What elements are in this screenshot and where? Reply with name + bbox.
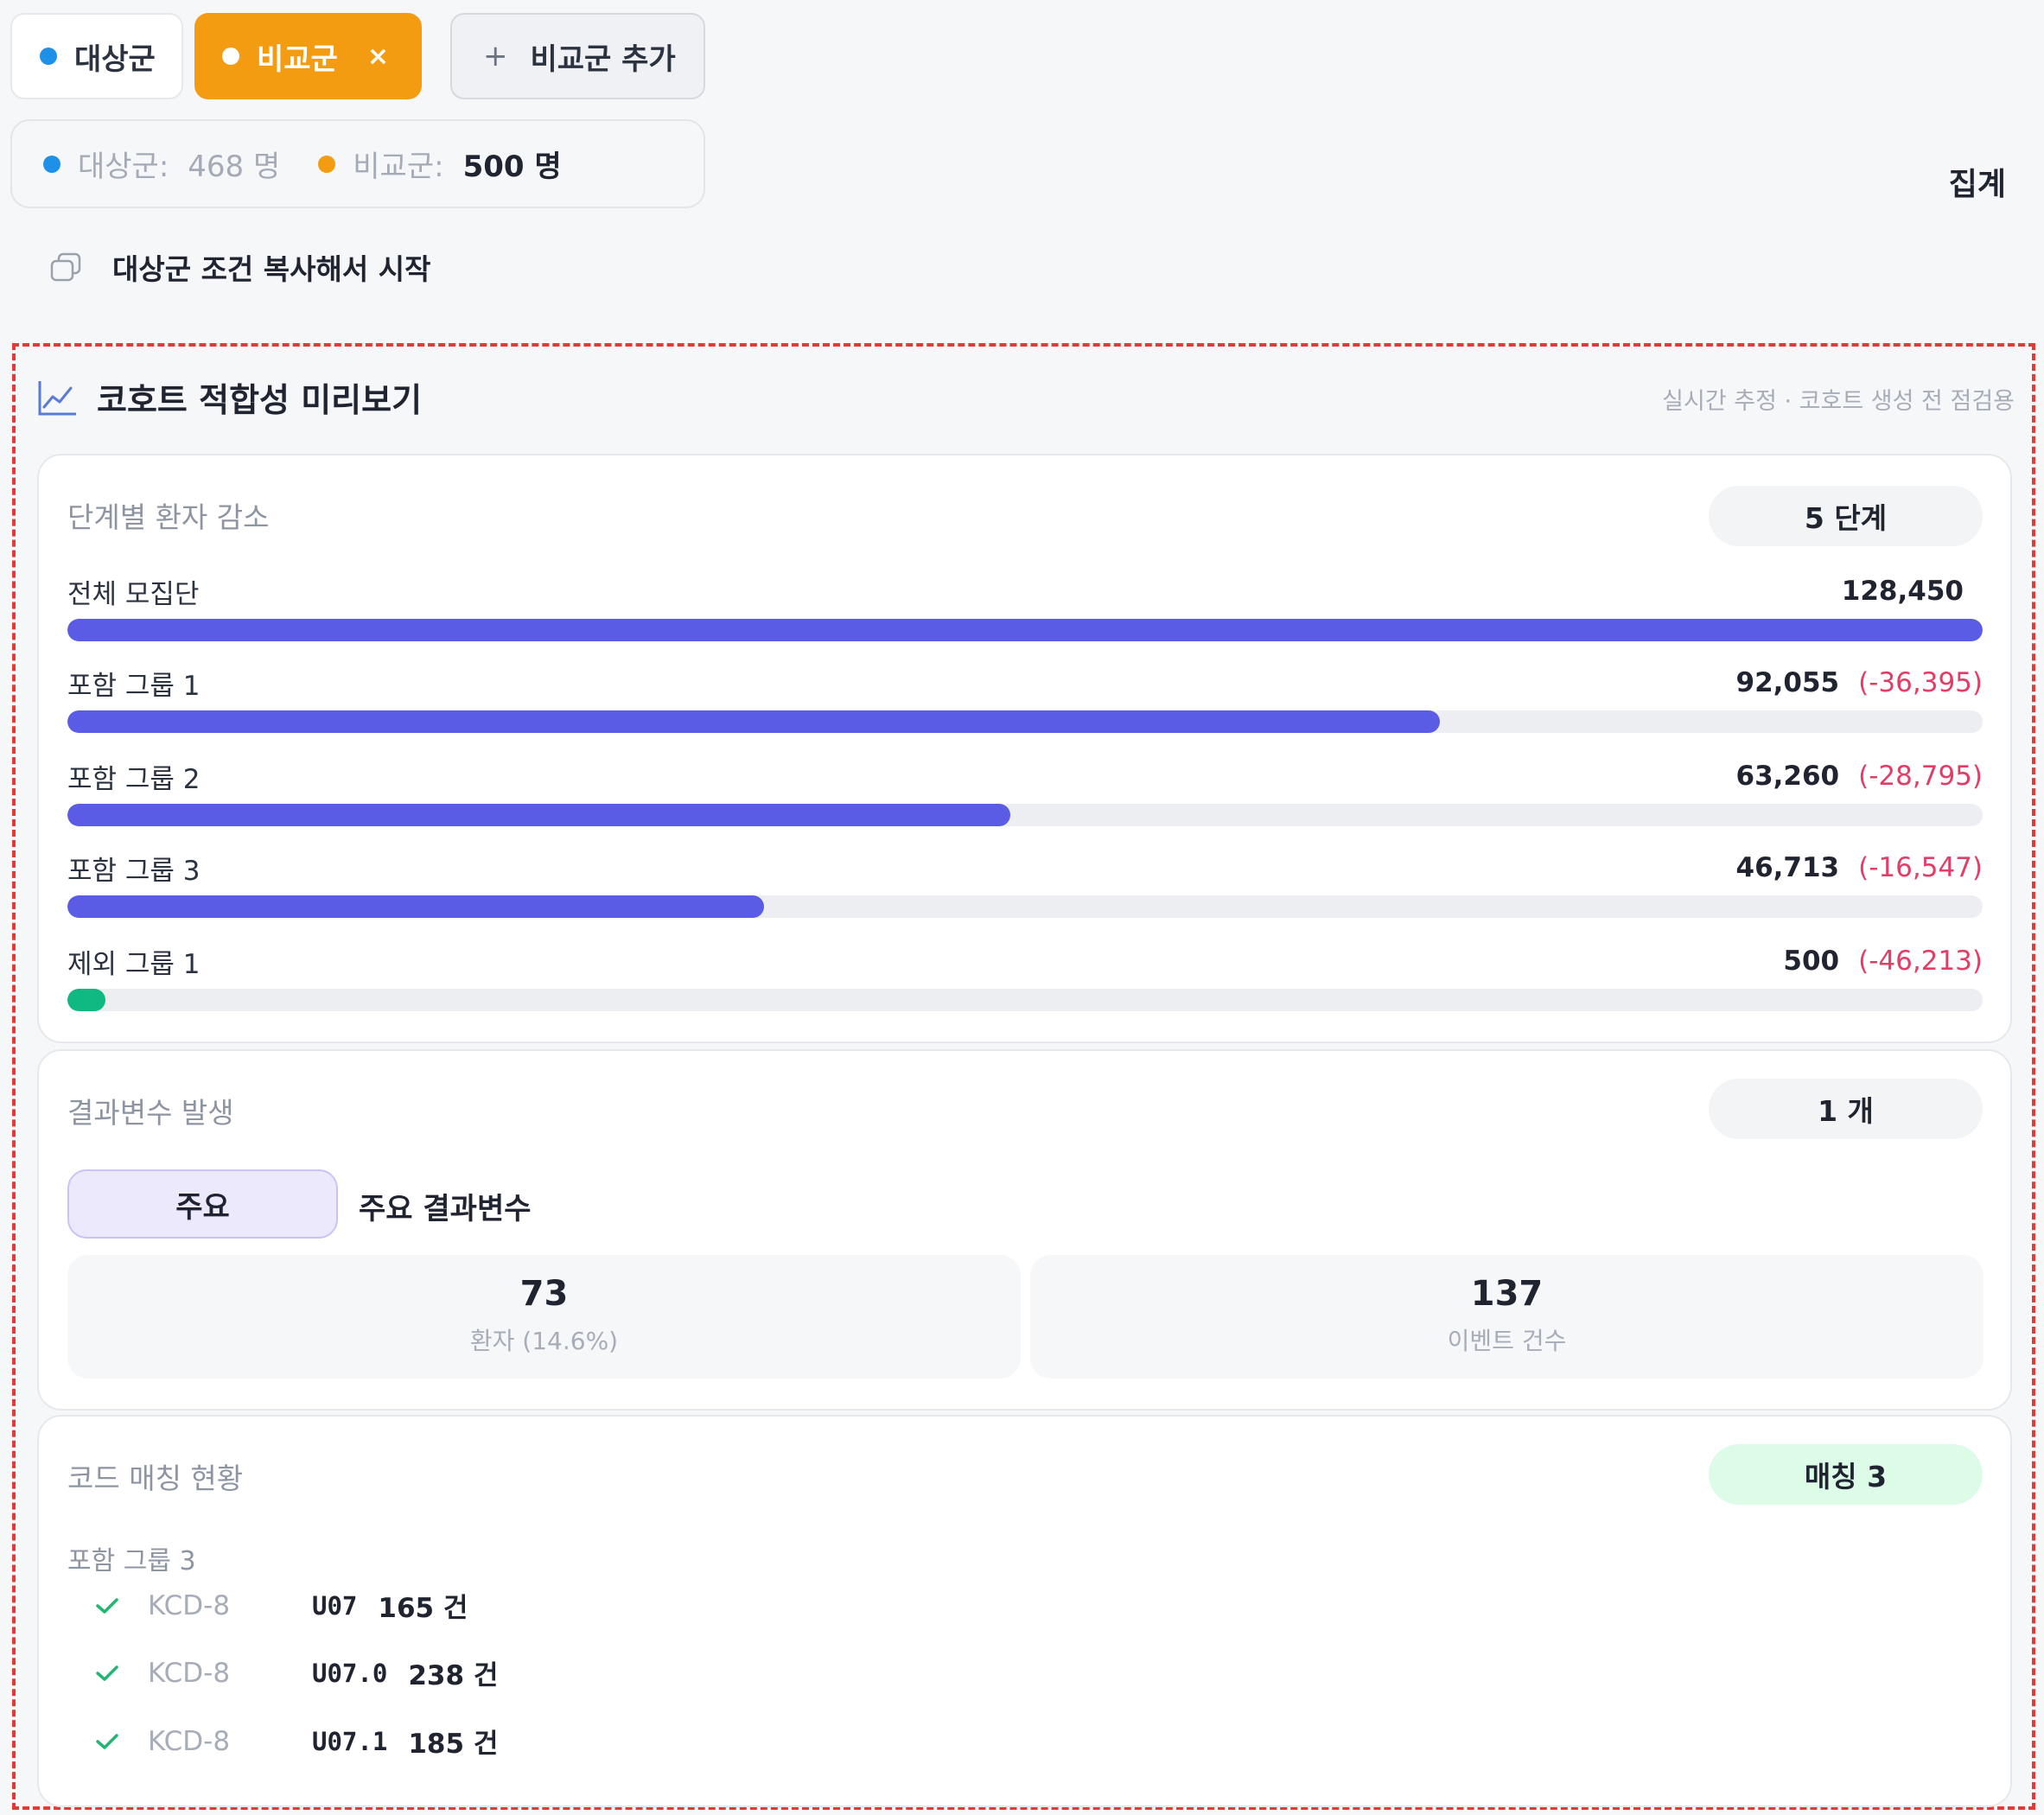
- funnel-card: 단계별 환자 감소 5 단계 전체 모집단 128,450 포함 그룹 1 92…: [37, 454, 2012, 1043]
- aggregate-button[interactable]: 집계: [1949, 159, 2006, 204]
- comparison-dot-icon: [318, 155, 336, 173]
- stat-patients-value: 73: [519, 1274, 569, 1314]
- preview-subtitle: 실시간 추정 · 코호트 생성 전 점검용: [1662, 388, 2015, 415]
- group-counts-summary: 대상군: 468 명 비교군: 500 명: [10, 119, 705, 208]
- code-count: 185 건: [408, 1729, 499, 1760]
- funnel-row-label: 제외 그룹 1: [67, 948, 201, 980]
- close-icon[interactable]: ×: [367, 41, 389, 72]
- outcomes-title: 결과변수 발생: [67, 1096, 234, 1130]
- line-chart-icon: [38, 380, 76, 415]
- code-match-title: 코드 매칭 현황: [67, 1462, 244, 1495]
- comparison-count-value: 500 명: [462, 150, 562, 184]
- funnel-row-label: 전체 모집단: [67, 578, 200, 610]
- code-system: KCD-8: [148, 1589, 231, 1621]
- code-value: U07: [312, 1590, 358, 1621]
- funnel-row: 전체 모집단 128,450: [67, 574, 1983, 641]
- funnel-row-delta: (-36,395): [1858, 667, 1983, 698]
- funnel-row: 포함 그룹 1 92,055 (-36,395): [67, 666, 1983, 733]
- stat-events-value: 137: [1470, 1274, 1544, 1314]
- funnel-row-delta: (-46,213): [1858, 946, 1983, 977]
- comparison-dot-icon: [222, 48, 239, 65]
- funnel-title: 단계별 환자 감소: [67, 500, 270, 534]
- funnel-row-label: 포함 그룹 3: [67, 855, 201, 887]
- code-count: 238 건: [408, 1660, 499, 1691]
- outcome-count-badge: 1 개: [1709, 1079, 1983, 1139]
- check-icon: [96, 1597, 118, 1614]
- stage-count-badge: 5 단계: [1709, 486, 1983, 546]
- copy-icon: [50, 252, 81, 282]
- tab-comparison-group[interactable]: 비교군 ×: [194, 13, 422, 99]
- code-row: KCD-8 U07.0 238 건: [94, 1653, 498, 1692]
- match-count-badge: 매칭 3: [1709, 1444, 1983, 1505]
- add-comparison-label: 비교군 추가: [530, 41, 676, 77]
- funnel-bar-track: [67, 710, 1983, 733]
- preview-title: 코호트 적합성 미리보기: [36, 373, 422, 421]
- check-icon: [96, 1733, 118, 1749]
- funnel-bar-fill: [67, 804, 1011, 826]
- copy-target-conditions-button[interactable]: 대상군 조건 복사해서 시작: [48, 246, 430, 288]
- funnel-row: 포함 그룹 3 46,713 (-16,547): [67, 850, 1983, 918]
- code-group-label: 포함 그룹 3: [67, 1546, 196, 1576]
- code-system: KCD-8: [148, 1725, 231, 1757]
- funnel-bar-fill: [67, 895, 764, 918]
- funnel-row-count: 92,055: [1735, 667, 1840, 698]
- code-system: KCD-8: [148, 1657, 231, 1689]
- funnel-bar-fill: [67, 989, 106, 1011]
- code-value: U07.1: [312, 1726, 388, 1756]
- funnel-row-delta: (-16,547): [1858, 852, 1983, 883]
- tab-target-label: 대상군: [74, 41, 156, 77]
- target-dot-icon: [43, 155, 60, 173]
- plus-icon: +: [483, 39, 508, 73]
- funnel-row-count: 128,450: [1841, 576, 1964, 607]
- target-count-label: 대상군:: [78, 150, 169, 184]
- code-row: KCD-8 U07 165 건: [94, 1586, 468, 1625]
- code-count: 165 건: [378, 1593, 468, 1624]
- stat-events: 137 이벤트 건수: [1030, 1255, 1984, 1379]
- funnel-bar-fill: [67, 710, 1441, 733]
- outcomes-card: 결과변수 발생 1 개 주요 주요 결과변수 73 환자 (14.6%) 137…: [37, 1049, 2012, 1411]
- stat-patients-label: 환자 (14.6%): [469, 1327, 619, 1355]
- funnel-bar-track: [67, 619, 1983, 641]
- add-comparison-button[interactable]: + 비교군 추가: [450, 13, 705, 99]
- target-dot-icon: [40, 48, 57, 65]
- funnel-row-label: 포함 그룹 1: [67, 670, 201, 702]
- preview-title-text: 코호트 적합성 미리보기: [97, 381, 423, 419]
- primary-outcome-name: 주요 결과변수: [359, 1192, 532, 1226]
- funnel-row-label: 포함 그룹 2: [67, 763, 201, 795]
- stat-events-label: 이벤트 건수: [1447, 1327, 1567, 1355]
- funnel-row-delta: (-28,795): [1858, 761, 1983, 792]
- stat-patients: 73 환자 (14.6%): [67, 1255, 1021, 1379]
- funnel-row-count: 46,713: [1735, 852, 1840, 883]
- funnel-row: 포함 그룹 2 63,260 (-28,795): [67, 759, 1983, 826]
- check-icon: [96, 1665, 118, 1681]
- primary-outcome-badge: 주요: [67, 1169, 338, 1239]
- funnel-row-count: 500: [1783, 946, 1840, 977]
- code-value: U07.0: [312, 1658, 388, 1688]
- funnel-row: 제외 그룹 1 500 (-46,213): [67, 944, 1983, 1011]
- funnel-row-count: 63,260: [1735, 761, 1840, 792]
- target-count-value: 468 명: [188, 150, 281, 184]
- comparison-count-label: 비교군:: [353, 150, 444, 184]
- copy-target-conditions-label: 대상군 조건 복사해서 시작: [112, 252, 431, 286]
- funnel-bar-track: [67, 895, 1983, 918]
- funnel-bar-track: [67, 804, 1983, 826]
- code-row: KCD-8 U07.1 185 건: [94, 1722, 498, 1761]
- code-match-card: 코드 매칭 현황 매칭 3 포함 그룹 3 KCD-8 U07 165 건 KC…: [37, 1415, 2012, 1807]
- funnel-bar-track: [67, 989, 1983, 1011]
- tab-comparison-label: 비교군: [257, 41, 338, 77]
- funnel-bar-fill: [67, 619, 1983, 641]
- tab-target-group[interactable]: 대상군: [10, 13, 183, 99]
